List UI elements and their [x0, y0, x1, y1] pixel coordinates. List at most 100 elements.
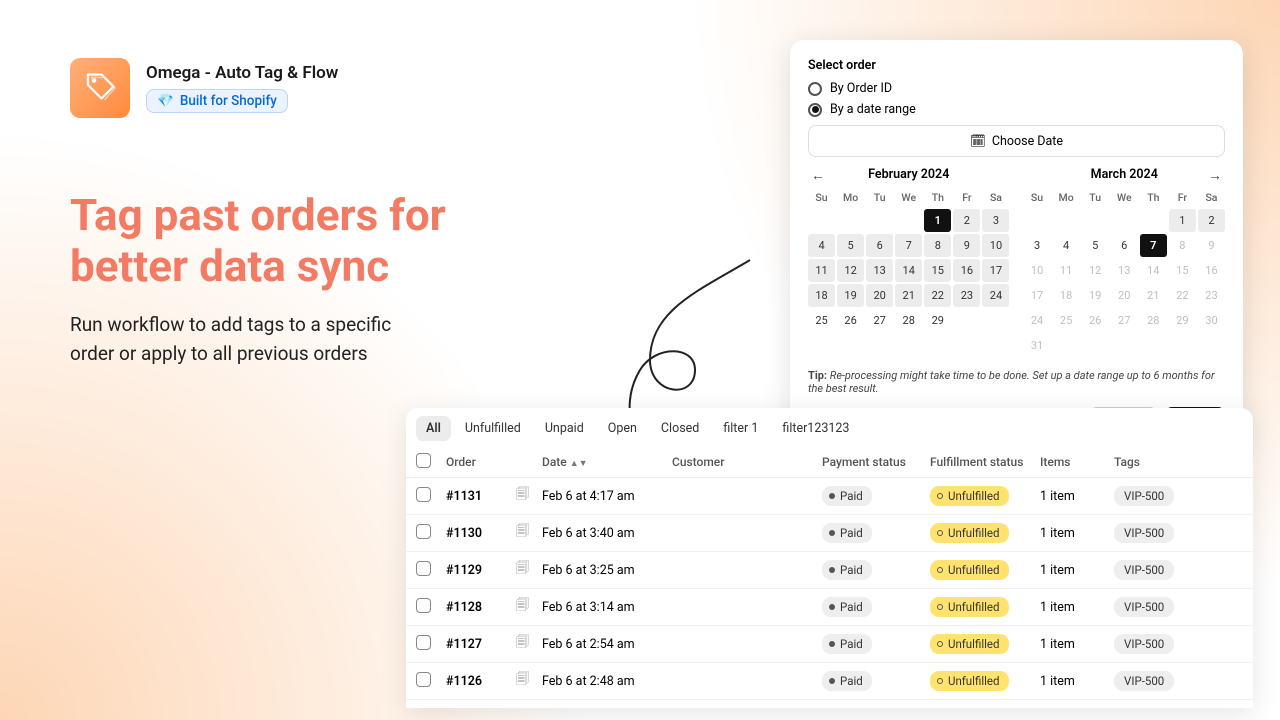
calendar-day[interactable]: 18	[808, 284, 835, 307]
radio-by-date-range[interactable]: By a date range	[808, 102, 1225, 117]
calendar-day[interactable]: 11	[808, 259, 835, 282]
calendar-day[interactable]: 8	[924, 234, 951, 257]
calendar-day[interactable]: 19	[1082, 284, 1109, 307]
calendar-day[interactable]: 6	[866, 234, 893, 257]
col-payment[interactable]: Payment status	[822, 455, 930, 469]
note-icon[interactable]: 🗐	[516, 559, 542, 581]
radio-by-order-id[interactable]: By Order ID	[808, 81, 1225, 96]
note-icon[interactable]: 🗐	[516, 633, 542, 655]
calendar-day[interactable]: 18	[1053, 284, 1080, 307]
calendar-day[interactable]: 20	[1111, 284, 1138, 307]
calendar-day[interactable]: 2	[1198, 209, 1225, 232]
calendar-day[interactable]: 28	[1140, 309, 1167, 332]
table-row[interactable]: #1126🗐Feb 6 at 2:48 amPaidUnfulfilled1 i…	[406, 663, 1253, 700]
note-icon[interactable]: 🗐	[516, 596, 542, 618]
calendar-day[interactable]: 23	[1198, 284, 1225, 307]
calendar-day[interactable]: 7	[895, 234, 922, 257]
calendar-day[interactable]: 20	[866, 284, 893, 307]
calendar-day[interactable]: 14	[895, 259, 922, 282]
calendar-day[interactable]: 3	[982, 209, 1009, 232]
calendar-day[interactable]: 31	[1024, 334, 1051, 357]
order-id[interactable]: #1128	[446, 600, 516, 615]
row-checkbox[interactable]	[416, 598, 431, 613]
calendar-day[interactable]: 7	[1140, 234, 1167, 257]
calendar-day[interactable]: 1	[1169, 209, 1196, 232]
calendar-day[interactable]: 6	[1111, 234, 1138, 257]
calendar-day[interactable]: 2	[953, 209, 980, 232]
note-icon[interactable]: 🗐	[516, 707, 542, 708]
calendar-day[interactable]: 21	[895, 284, 922, 307]
calendar-day[interactable]: 5	[1082, 234, 1109, 257]
calendar-day[interactable]: 29	[924, 309, 951, 332]
table-row[interactable]: #1125🗐Feb 6 at 2:46 amPaidUnfulfilled2 i…	[406, 700, 1253, 708]
calendar-day[interactable]: 15	[1169, 259, 1196, 282]
order-id[interactable]: #1126	[446, 674, 516, 689]
calendar-day[interactable]: 4	[808, 234, 835, 257]
row-checkbox[interactable]	[416, 672, 431, 687]
calendar-day[interactable]: 21	[1140, 284, 1167, 307]
row-checkbox[interactable]	[416, 524, 431, 539]
order-id[interactable]: #1131	[446, 489, 516, 504]
calendar-day[interactable]: 13	[1111, 259, 1138, 282]
orders-tab[interactable]: filter123123	[772, 416, 859, 441]
table-row[interactable]: #1128🗐Feb 6 at 3:14 amPaidUnfulfilled1 i…	[406, 589, 1253, 626]
col-date[interactable]: Date▲▼	[542, 455, 672, 469]
calendar-day[interactable]: 22	[924, 284, 951, 307]
table-row[interactable]: #1127🗐Feb 6 at 2:54 amPaidUnfulfilled1 i…	[406, 626, 1253, 663]
orders-tab[interactable]: Unfulfilled	[455, 416, 531, 441]
col-tags[interactable]: Tags	[1114, 455, 1224, 469]
col-fulfillment[interactable]: Fulfillment status	[930, 455, 1040, 469]
calendar-day[interactable]: 8	[1169, 234, 1196, 257]
order-id[interactable]: #1129	[446, 563, 516, 578]
calendar-day[interactable]: 16	[1198, 259, 1225, 282]
calendar-day[interactable]: 25	[808, 309, 835, 332]
calendar-day[interactable]: 29	[1169, 309, 1196, 332]
calendar-day[interactable]: 24	[982, 284, 1009, 307]
note-icon[interactable]: 🗐	[516, 485, 542, 507]
calendar-day[interactable]: 10	[1024, 259, 1051, 282]
calendar-day[interactable]: 25	[1053, 309, 1080, 332]
calendar-day[interactable]: 10	[982, 234, 1009, 257]
calendar-day[interactable]: 28	[895, 309, 922, 332]
orders-tab[interactable]: filter 1	[713, 416, 768, 441]
calendar-day[interactable]: 4	[1053, 234, 1080, 257]
orders-tab[interactable]: All	[416, 416, 451, 441]
order-id[interactable]: #1127	[446, 637, 516, 652]
calendar-day[interactable]: 11	[1053, 259, 1080, 282]
calendar-day[interactable]: 24	[1024, 309, 1051, 332]
row-checkbox[interactable]	[416, 635, 431, 650]
col-customer[interactable]: Customer	[672, 455, 822, 469]
calendar-day[interactable]: 5	[837, 234, 864, 257]
calendar-day[interactable]: 3	[1024, 234, 1051, 257]
calendar-day[interactable]: 26	[1082, 309, 1109, 332]
orders-tab[interactable]: Open	[598, 416, 647, 441]
calendar-day[interactable]: 12	[1082, 259, 1109, 282]
table-row[interactable]: #1131🗐Feb 6 at 4:17 amPaidUnfulfilled1 i…	[406, 478, 1253, 515]
prev-month-button[interactable]: ←	[808, 165, 828, 185]
calendar-day[interactable]: 9	[953, 234, 980, 257]
calendar-day[interactable]: 27	[866, 309, 893, 332]
choose-date-button[interactable]: 🗓 Choose Date	[808, 125, 1225, 157]
row-checkbox[interactable]	[416, 487, 431, 502]
calendar-day[interactable]: 9	[1198, 234, 1225, 257]
calendar-day[interactable]: 17	[982, 259, 1009, 282]
select-all-checkbox[interactable]	[416, 453, 431, 468]
calendar-day[interactable]: 22	[1169, 284, 1196, 307]
next-month-button[interactable]: →	[1205, 165, 1225, 185]
col-order[interactable]: Order	[446, 455, 542, 469]
orders-tab[interactable]: Closed	[651, 416, 709, 441]
table-row[interactable]: #1130🗐Feb 6 at 3:40 amPaidUnfulfilled1 i…	[406, 515, 1253, 552]
table-row[interactable]: #1129🗐Feb 6 at 3:25 amPaidUnfulfilled1 i…	[406, 552, 1253, 589]
note-icon[interactable]: 🗐	[516, 670, 542, 692]
col-items[interactable]: Items	[1040, 455, 1114, 469]
row-checkbox[interactable]	[416, 561, 431, 576]
calendar-day[interactable]: 23	[953, 284, 980, 307]
calendar-day[interactable]: 19	[837, 284, 864, 307]
calendar-day[interactable]: 14	[1140, 259, 1167, 282]
calendar-day[interactable]: 15	[924, 259, 951, 282]
note-icon[interactable]: 🗐	[516, 522, 542, 544]
calendar-day[interactable]: 12	[837, 259, 864, 282]
calendar-day[interactable]: 27	[1111, 309, 1138, 332]
order-id[interactable]: #1130	[446, 526, 516, 541]
calendar-day[interactable]: 17	[1024, 284, 1051, 307]
